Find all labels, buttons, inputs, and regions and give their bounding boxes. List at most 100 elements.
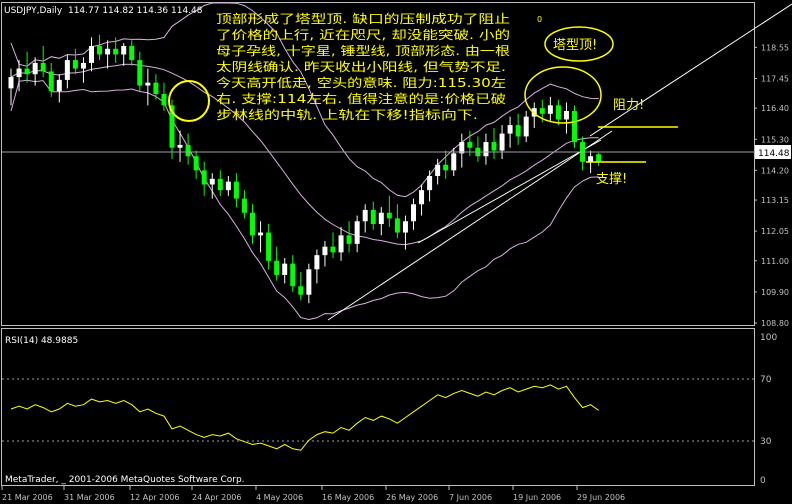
candle-body	[370, 209, 376, 225]
candle-body	[40, 62, 46, 72]
candle-body	[394, 218, 400, 233]
candle-body	[523, 116, 529, 137]
time-tick-label: 31 Mar 2006	[64, 493, 115, 502]
candle-body	[161, 94, 167, 106]
candle-body	[113, 48, 119, 55]
candle-body	[386, 212, 392, 219]
candle-body	[362, 209, 368, 222]
candle-body	[129, 45, 135, 61]
symbol-header: USDJPY,Daily 114.77 114.82 114.36 114.48	[4, 6, 203, 16]
rsi-level-100: 100	[760, 333, 777, 343]
candle-body	[193, 156, 199, 171]
candle-body	[330, 246, 336, 253]
commentary-line: 右. 支撑:114左右. 值得注意的是:价格已破	[216, 91, 506, 106]
candle-body	[298, 286, 304, 295]
rsi-level-0: 0	[760, 476, 766, 486]
candle-body	[105, 48, 111, 55]
price-tick-label: 117.45	[761, 74, 789, 83]
support-label: 支撑!	[596, 172, 627, 187]
price-tick-label: 111.00	[761, 257, 789, 266]
tower-top-ellipse	[524, 66, 602, 124]
candle-body	[56, 79, 62, 92]
candle-body	[563, 110, 569, 120]
candle-body	[491, 142, 497, 151]
candles	[8, 34, 602, 304]
commentary-line: 步林线的中轨. 上轨在下移!指标向下.	[216, 107, 478, 122]
candle-body	[177, 144, 183, 148]
candle-body	[322, 246, 328, 256]
candle-body	[145, 82, 151, 86]
price-axis: 118.55 117.45 116.40 115.30 114.20 113.15 112.…	[754, 43, 789, 328]
candle-body	[64, 60, 70, 80]
candle-body	[596, 154, 602, 163]
price-tick-label: 115.30	[761, 135, 789, 144]
rsi-level-30: 30	[760, 437, 772, 447]
current-price-label: 114.48	[758, 149, 790, 159]
candle-body	[24, 68, 30, 75]
candle-body	[201, 170, 207, 185]
commentary-line: 顶部形成了塔型顶. 缺口的压制成功了阻止	[216, 11, 510, 26]
candle-body	[241, 198, 247, 213]
candle-body	[306, 269, 312, 295]
commentary-line: 了价格的上行, 近在咫尺, 却没能突破. 小的	[216, 27, 510, 42]
candle-body	[419, 190, 425, 205]
candle-body	[443, 164, 449, 171]
candle-body	[121, 45, 127, 55]
candle-body	[290, 263, 296, 287]
candle-body	[507, 125, 513, 134]
candle-body	[427, 176, 433, 191]
tower-top-label: 塔型顶!	[553, 38, 597, 53]
price-tick-label: 118.55	[761, 43, 789, 52]
candle-body	[354, 221, 360, 244]
price-tick-label: 113.15	[761, 196, 789, 205]
time-tick-label: 24 Apr 2006	[192, 493, 241, 502]
time-tick-label: 26 May 2006	[386, 493, 438, 502]
price-tick-label: 114.20	[761, 166, 789, 175]
time-tick-label: 4 May 2006	[256, 493, 303, 502]
candle-body	[266, 232, 272, 261]
candle-body	[539, 108, 545, 114]
candle-body	[411, 204, 416, 222]
support-trendline	[327, 130, 613, 321]
candle-body	[378, 212, 384, 225]
candle-body	[48, 71, 54, 92]
candle-body	[80, 62, 86, 69]
price-tick-label: 109.90	[761, 288, 789, 297]
time-tick-label: 12 Apr 2006	[130, 493, 179, 502]
price-chart[interactable]: 118.55 117.45 116.40 115.30 114.20 113.15 112.…	[0, 0, 792, 504]
candle-body	[217, 178, 223, 191]
candle-body	[137, 60, 143, 86]
candle-body	[338, 235, 344, 253]
time-tick-label: 29 Jun 2006	[577, 493, 625, 502]
candle-body	[314, 255, 320, 270]
commentary-line: 太阴线确认. 昨天收出小阳线, 但气势不足.	[216, 59, 506, 74]
rsi-title: RSI(14) 48.9885	[5, 336, 78, 346]
time-axis: 21 Mar 2006 31 Mar 2006 12 Apr 2006 24 Apr …	[1, 486, 625, 502]
candle-body	[588, 156, 594, 162]
time-tick-label: 21 Mar 2006	[2, 493, 53, 502]
candle-body	[16, 68, 22, 78]
time-tick-label: 7 Jun 2006	[449, 493, 492, 502]
candle-body	[258, 232, 264, 236]
candle-body	[515, 125, 521, 137]
candle-body	[72, 60, 78, 69]
price-tick-label: 108.80	[761, 319, 789, 328]
rsi-level-70: 70	[760, 375, 772, 385]
candle-body	[153, 82, 159, 95]
rsi-panel-border	[1, 328, 755, 486]
commentary-line: 母子孕线, 十字星, 锤型线, 顶部形态. 由一根	[216, 43, 510, 58]
channel-upper-line	[589, 3, 792, 137]
candle-body	[499, 133, 505, 151]
candle-body	[435, 164, 441, 176]
candle-body	[451, 153, 457, 171]
candle-body	[346, 235, 352, 244]
resistance-label: 阻力!	[613, 98, 644, 113]
rsi-indicator	[10, 384, 599, 451]
small-mark: 0	[537, 15, 542, 24]
candle-body	[233, 181, 239, 199]
annotation-commentary: 顶部形成了塔型顶. 缺口的压制成功了阻止 了价格的上行, 近在咫尺, 却没能突破…	[216, 11, 510, 122]
time-tick-label: 16 May 2006	[322, 493, 374, 502]
candle-body	[97, 45, 103, 55]
candle-body	[547, 105, 553, 114]
candle-body	[402, 221, 408, 233]
